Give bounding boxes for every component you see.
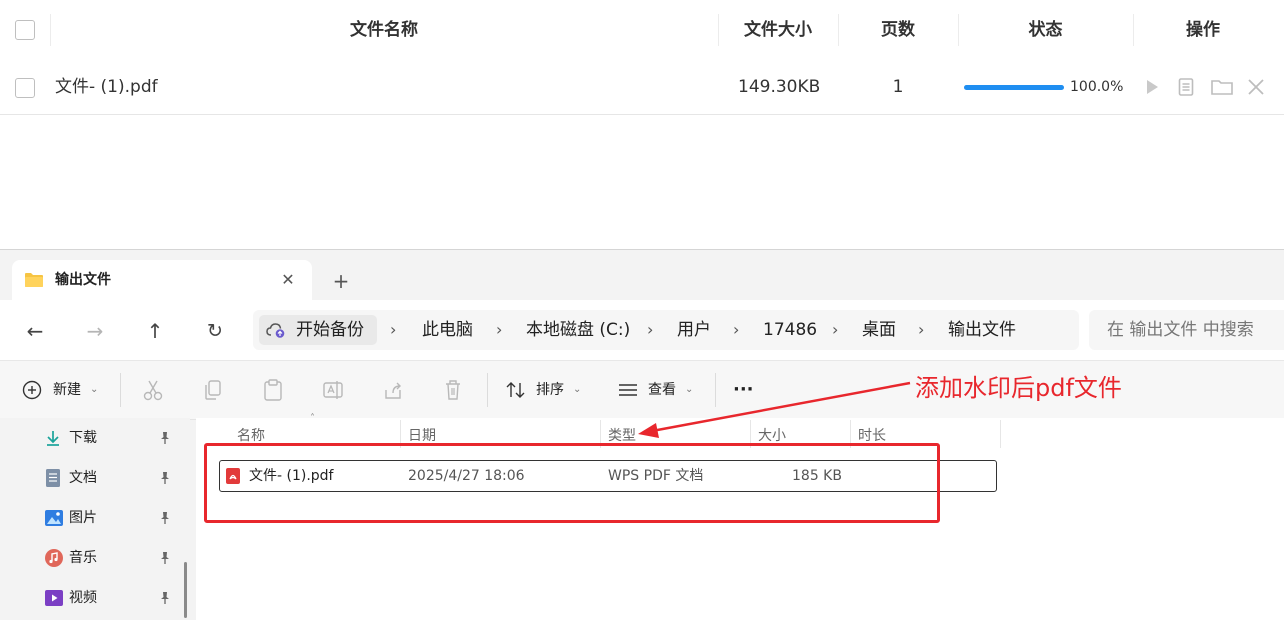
breadcrumb-backup: 开始备份 xyxy=(296,320,364,340)
row-file-name: 文件- (1).pdf xyxy=(55,77,158,97)
sidebar-item-label: 视频 xyxy=(69,590,97,606)
chevron-right-icon: › xyxy=(496,320,503,339)
breadcrumb-this-pc[interactable]: 此电脑 xyxy=(422,310,473,350)
delete-icon[interactable] xyxy=(442,378,464,402)
header-actions: 操作 xyxy=(1186,20,1220,40)
forward-arrow-icon[interactable]: → xyxy=(82,318,108,344)
sort-button[interactable]: 排序 ⌄ xyxy=(505,378,590,402)
document-icon xyxy=(46,469,60,487)
annotation-label: 添加水印后pdf文件 xyxy=(915,374,1122,402)
sort-ascending-icon: ˄ xyxy=(310,413,315,424)
copy-icon[interactable] xyxy=(202,378,224,402)
search-input[interactable]: 在 输出文件 中搜索 xyxy=(1089,310,1284,350)
breadcrumb-user-folder[interactable]: 17486 xyxy=(763,310,817,350)
sort-icon xyxy=(506,382,525,398)
music-icon xyxy=(45,549,63,567)
cloud-backup-icon xyxy=(266,323,285,338)
back-arrow-icon[interactable]: ← xyxy=(22,318,48,344)
sidebar-item-videos[interactable]: 视频 xyxy=(44,584,184,612)
document-view-icon[interactable] xyxy=(1176,77,1196,97)
folder-icon xyxy=(25,273,43,287)
sidebar-item-label: 文档 xyxy=(69,470,97,486)
paste-icon[interactable] xyxy=(262,378,284,402)
sidebar-item-downloads[interactable]: 下载 xyxy=(44,424,184,452)
highlight-box xyxy=(204,443,940,523)
sidebar-item-label: 图片 xyxy=(69,510,97,526)
progress-bar xyxy=(964,85,1064,90)
sidebar-item-pictures[interactable]: 图片 xyxy=(44,504,184,532)
navigation-bar: ← → ↑ ↻ 开始备份 › 此电脑 › 本地磁盘 (C:) › 用户 › 17… xyxy=(0,300,1284,360)
tab-output-folder[interactable]: 输出文件 ✕ xyxy=(12,260,312,300)
add-circle-icon xyxy=(22,380,42,400)
chevron-right-icon: › xyxy=(832,320,839,339)
pin-icon[interactable] xyxy=(158,591,172,605)
navigation-pane: 下载 文档 图片 音乐 视频 xyxy=(0,418,190,620)
chevron-right-icon: › xyxy=(733,320,740,339)
cut-icon[interactable] xyxy=(142,378,164,402)
header-pages: 页数 xyxy=(881,20,915,40)
tab-close-icon[interactable]: ✕ xyxy=(276,268,300,292)
row-file-size: 149.30KB xyxy=(738,77,821,97)
search-placeholder: 在 输出文件 中搜索 xyxy=(1107,320,1254,340)
pin-icon[interactable] xyxy=(158,471,172,485)
progress-bar-fill xyxy=(964,85,1064,90)
refresh-icon[interactable]: ↻ xyxy=(202,318,228,344)
header-file-name: 文件名称 xyxy=(350,20,418,40)
chevron-down-icon: ⌄ xyxy=(573,384,582,395)
play-icon[interactable] xyxy=(1142,77,1162,97)
breadcrumb-desktop[interactable]: 桌面 xyxy=(862,310,896,350)
up-arrow-icon[interactable]: ↑ xyxy=(142,318,168,344)
pin-icon[interactable] xyxy=(158,511,172,525)
file-table-header: 文件名称 文件大小 页数 状态 操作 xyxy=(0,0,1284,61)
chevron-right-icon: › xyxy=(647,320,654,339)
sidebar-item-documents[interactable]: 文档 xyxy=(44,464,184,492)
pin-icon[interactable] xyxy=(158,551,172,565)
sidebar-scrollbar[interactable] xyxy=(184,562,187,618)
download-icon xyxy=(47,431,59,446)
row-checkbox[interactable] xyxy=(15,78,35,98)
breadcrumb-local-disk[interactable]: 本地磁盘 (C:) xyxy=(526,310,630,350)
row-pages: 1 xyxy=(892,77,904,97)
open-folder-icon[interactable] xyxy=(1210,77,1234,97)
chevron-right-icon: › xyxy=(390,320,397,339)
chevron-down-icon: ⌄ xyxy=(90,384,99,395)
chevron-right-icon: › xyxy=(918,320,925,339)
new-tab-icon[interactable]: + xyxy=(328,268,354,294)
rename-icon[interactable] xyxy=(322,378,344,402)
select-all-checkbox[interactable] xyxy=(15,20,35,40)
close-icon[interactable] xyxy=(1246,77,1266,97)
breadcrumb-users[interactable]: 用户 xyxy=(677,310,711,350)
tab-title: 输出文件 xyxy=(55,272,111,288)
new-button-label: 新建 xyxy=(53,382,81,398)
header-status: 状态 xyxy=(1028,20,1063,40)
address-bar[interactable]: 开始备份 › 此电脑 › 本地磁盘 (C:) › 用户 › 17486 › 桌面… xyxy=(253,310,1079,350)
pictures-icon xyxy=(45,510,63,526)
table-row[interactable]: 文件- (1).pdf 149.30KB 1 100.0% xyxy=(0,60,1284,115)
breadcrumb-output-folder[interactable]: 输出文件 xyxy=(948,310,1016,350)
sidebar-item-music[interactable]: 音乐 xyxy=(44,544,184,572)
backup-crumb[interactable]: 开始备份 xyxy=(259,315,377,345)
sort-button-label: 排序 xyxy=(536,382,564,398)
annotation-arrow xyxy=(638,381,911,438)
header-file-size: 文件大小 xyxy=(744,20,812,40)
new-button[interactable]: 新建 ⌄ xyxy=(22,378,102,402)
pin-icon[interactable] xyxy=(158,431,172,445)
progress-percent: 100.0% xyxy=(1070,79,1124,95)
share-icon[interactable] xyxy=(382,378,404,402)
sidebar-item-label: 下载 xyxy=(69,430,97,446)
sidebar-item-label: 音乐 xyxy=(69,550,97,566)
video-icon xyxy=(45,590,63,606)
